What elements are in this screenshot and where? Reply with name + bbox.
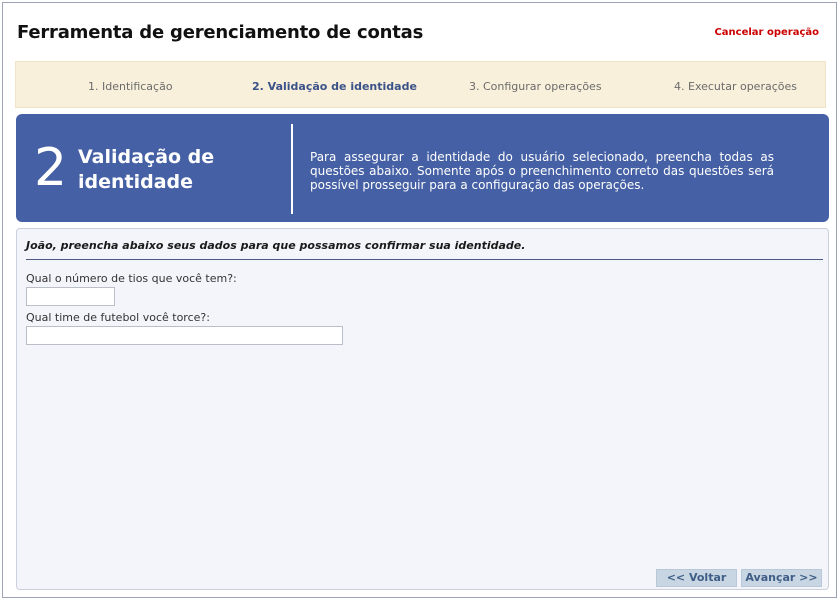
- identity-form-panel: João, preencha abaixo seus dados para qu…: [16, 228, 829, 590]
- cancel-operation-link[interactable]: Cancelar operação: [714, 27, 819, 38]
- question-football-team-label: Qual time de futebol você torce?:: [26, 311, 210, 324]
- wizard-steps: 1. Identificação 2. Validação de identid…: [15, 61, 826, 108]
- page-title: Ferramenta de gerenciamento de contas: [17, 22, 424, 43]
- step-executar-operacoes[interactable]: 4. Executar operações: [674, 80, 797, 93]
- next-button[interactable]: Avançar >>: [741, 569, 822, 587]
- app-window: Ferramenta de gerenciamento de contas Ca…: [2, 2, 837, 598]
- step-banner: 2 Validação de identidade Para assegurar…: [16, 114, 829, 222]
- question-uncles-label: Qual o número de tios que você tem?:: [26, 272, 237, 285]
- back-button[interactable]: << Voltar: [656, 569, 737, 587]
- question-uncles-input[interactable]: [26, 287, 115, 306]
- step-title: Validação de identidade: [78, 146, 215, 193]
- form-intro-text: João, preencha abaixo seus dados para qu…: [26, 239, 823, 260]
- step-configurar-operacoes[interactable]: 3. Configurar operações: [469, 80, 602, 93]
- step-description: Para assegurar a identidade do usuário s…: [310, 150, 774, 192]
- step-number: 2: [34, 138, 68, 198]
- step-identificacao[interactable]: 1. Identificação: [88, 80, 173, 93]
- step-validacao-identidade[interactable]: 2. Validação de identidade: [252, 80, 417, 93]
- question-football-team-input[interactable]: [26, 326, 343, 345]
- banner-divider: [291, 124, 293, 214]
